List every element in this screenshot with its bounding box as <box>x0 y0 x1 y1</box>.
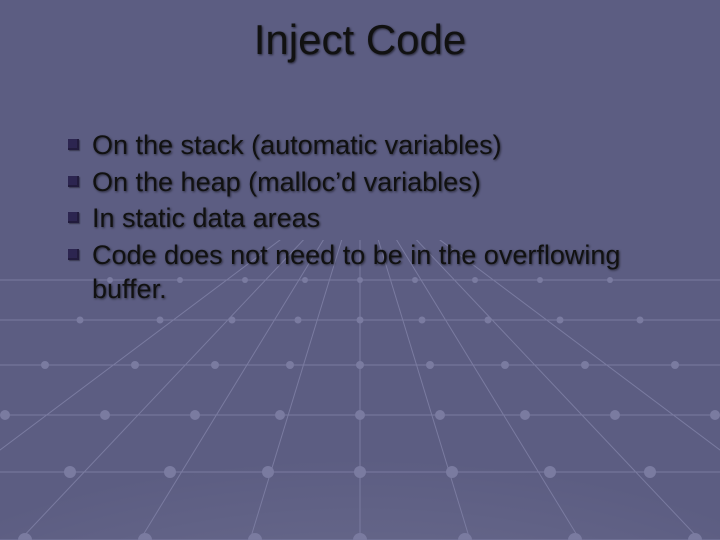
bullet-text: In static data areas <box>92 203 320 233</box>
bullet-item: On the stack (automatic variables) <box>68 128 680 163</box>
bullet-item: In static data areas <box>68 201 680 236</box>
bullet-text: Code does not need to be in the overflow… <box>92 240 620 305</box>
bullet-item: On the heap (malloc’d variables) <box>68 165 680 200</box>
bullet-list: On the stack (automatic variables) On th… <box>68 128 680 307</box>
slide-title: Inject Code <box>0 16 720 64</box>
slide: Inject Code On the stack (automatic vari… <box>0 0 720 540</box>
bullet-text: On the stack (automatic variables) <box>92 130 502 160</box>
slide-body: On the stack (automatic variables) On th… <box>68 128 680 309</box>
bullet-item: Code does not need to be in the overflow… <box>68 238 680 307</box>
bullet-text: On the heap (malloc’d variables) <box>92 167 481 197</box>
